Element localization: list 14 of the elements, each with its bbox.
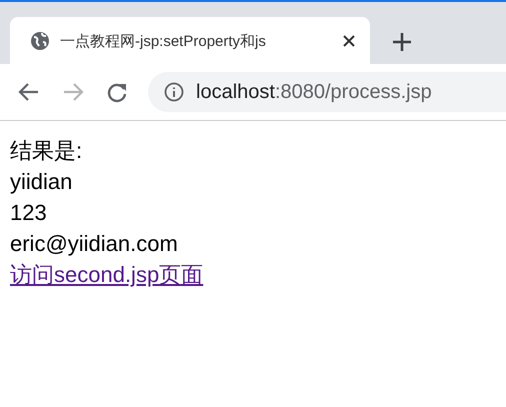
browser-tab[interactable]: 一点教程网-jsp:setProperty和js <box>10 17 370 65</box>
new-tab-icon[interactable] <box>392 32 412 52</box>
url-host: localhost <box>196 80 275 102</box>
result-text: 结果是: <box>10 138 82 163</box>
page-link[interactable]: 访问second.jsp页面 <box>10 262 204 287</box>
close-icon[interactable] <box>342 34 356 48</box>
result-text: 123 <box>10 200 47 225</box>
info-icon[interactable] <box>164 82 184 102</box>
tab-title: 一点教程网-jsp:setProperty和js <box>60 32 267 50</box>
url-path: :8080/process.jsp <box>274 80 432 102</box>
result-text: eric@yiidian.com <box>10 231 178 256</box>
globe-icon <box>30 31 50 51</box>
address-bar[interactable]: localhost:8080/process.jsp <box>148 72 506 112</box>
result-text: yiidian <box>10 169 72 194</box>
